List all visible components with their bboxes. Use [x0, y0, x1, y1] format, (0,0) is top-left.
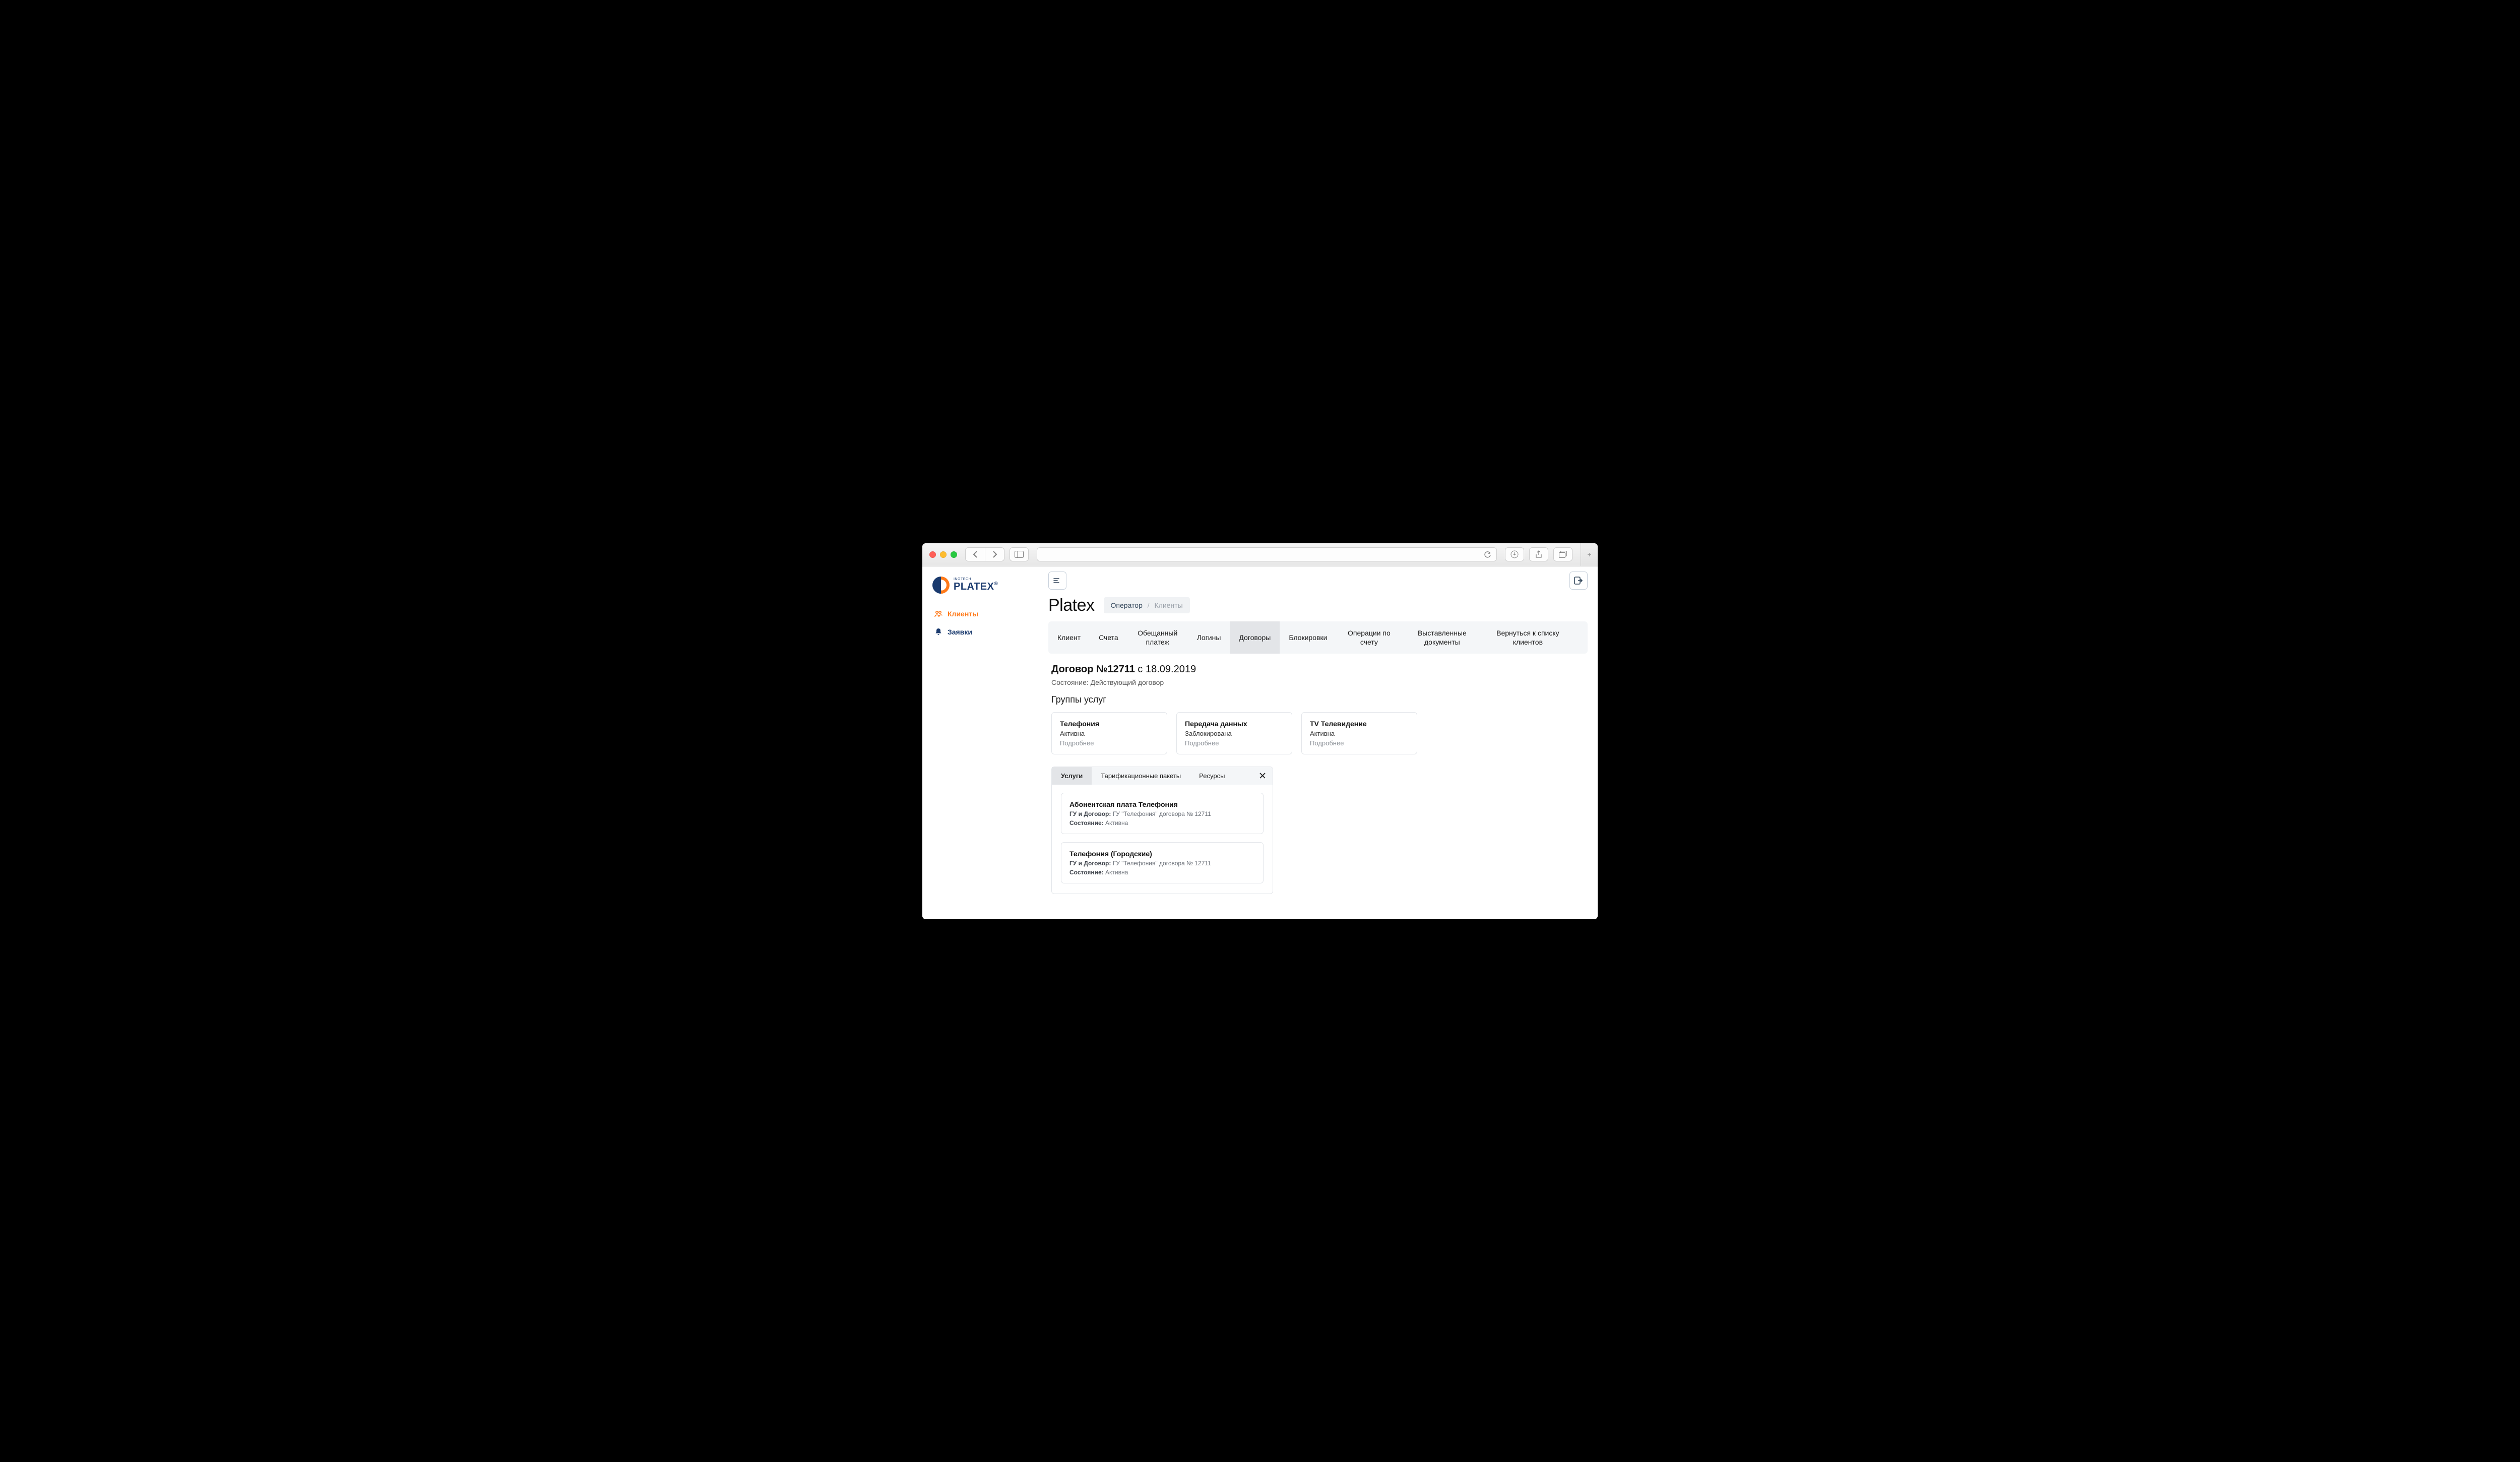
- window-controls: [929, 551, 957, 558]
- group-card-more: Подробнее: [1185, 737, 1284, 747]
- app-logo: INOTECH PLATEX®: [932, 574, 1038, 605]
- browser-tabs-button[interactable]: [1553, 547, 1572, 561]
- tab-client[interactable]: Клиент: [1048, 621, 1090, 654]
- service-contract-line: ГУ и Договор: ГУ "Телефония" договора № …: [1069, 808, 1255, 817]
- sidebar: INOTECH PLATEX® Клиенты Заявки: [922, 566, 1048, 919]
- browser-new-tab-button[interactable]: +: [1581, 543, 1598, 566]
- group-card-more: Подробнее: [1310, 737, 1409, 747]
- page-title: Platex: [1048, 596, 1095, 615]
- group-card-status: Активна: [1310, 728, 1409, 737]
- window-zoom-button[interactable]: [951, 551, 957, 558]
- group-detail-tabs: Услуги Тарификационные пакеты Ресурсы: [1052, 767, 1273, 785]
- tab-account-ops[interactable]: Операции по счету: [1336, 621, 1402, 654]
- close-icon[interactable]: [1252, 768, 1273, 784]
- page-header: Platex Оператор / Клиенты: [1048, 594, 1588, 621]
- tab-contracts[interactable]: Договоры: [1230, 621, 1280, 654]
- breadcrumb-current: Клиенты: [1155, 601, 1183, 609]
- browser-share-button[interactable]: [1529, 547, 1548, 561]
- service-group-cards: Телефония Активна Подробнее Передача дан…: [1051, 705, 1588, 754]
- service-card[interactable]: Телефония (Городские) ГУ и Договор: ГУ "…: [1061, 842, 1264, 883]
- group-detail-panel: Услуги Тарификационные пакеты Ресурсы Аб…: [1051, 767, 1273, 894]
- tab-promised-payment[interactable]: Обещанный платеж: [1127, 621, 1188, 654]
- app-viewport: INOTECH PLATEX® Клиенты Заявки: [922, 566, 1598, 919]
- browser-downloads-button[interactable]: [1505, 547, 1524, 561]
- logout-button[interactable]: [1569, 571, 1588, 590]
- group-card-status: Активна: [1060, 728, 1159, 737]
- bell-icon: [934, 628, 942, 635]
- service-contract-line: ГУ и Договор: ГУ "Телефония" договора № …: [1069, 858, 1255, 867]
- service-title: Абонентская плата Телефония: [1069, 800, 1255, 808]
- logo-subtitle: INOTECH: [954, 578, 998, 581]
- window-close-button[interactable]: [929, 551, 936, 558]
- window-minimize-button[interactable]: [940, 551, 947, 558]
- group-card-title: Телефония: [1060, 720, 1159, 728]
- group-card-title: TV Телевидение: [1310, 720, 1409, 728]
- contract-content: Договор №12711 с 18.09.2019 Состояние: Д…: [1048, 654, 1588, 894]
- group-card-data[interactable]: Передача данных Заблокирована Подробнее: [1176, 712, 1292, 754]
- group-card-telephony[interactable]: Телефония Активна Подробнее: [1051, 712, 1167, 754]
- users-icon: [934, 610, 942, 617]
- breadcrumb-root[interactable]: Оператор: [1111, 601, 1143, 609]
- browser-window: + INOTECH PLATEX® Клиенты: [922, 543, 1598, 919]
- browser-sidebar-button[interactable]: [1010, 547, 1029, 561]
- sidebar-item-requests[interactable]: Заявки: [932, 623, 1038, 641]
- contract-status: Состояние: Действующий договор: [1051, 675, 1588, 686]
- contract-heading: Договор №12711 с 18.09.2019: [1051, 664, 1588, 675]
- sidebar-item-label: Клиенты: [948, 610, 978, 618]
- service-title: Телефония (Городские): [1069, 850, 1255, 858]
- browser-titlebar: +: [922, 543, 1598, 566]
- nav-back-forward: [965, 547, 1004, 561]
- service-status-line: Состояние: Активна: [1069, 867, 1255, 876]
- group-card-title: Передача данных: [1185, 720, 1284, 728]
- subtab-resources[interactable]: Ресурсы: [1190, 767, 1234, 785]
- browser-back-button[interactable]: [966, 548, 985, 561]
- service-status-line: Состояние: Активна: [1069, 817, 1255, 827]
- topbar: [1048, 571, 1588, 594]
- browser-forward-button[interactable]: [985, 548, 1004, 561]
- tab-blocks[interactable]: Блокировки: [1280, 621, 1336, 654]
- group-card-more: Подробнее: [1060, 737, 1159, 747]
- logo-mark-icon: [932, 577, 950, 594]
- logo-text: PLATEX®: [954, 581, 998, 593]
- group-card-tv[interactable]: TV Телевидение Активна Подробнее: [1301, 712, 1417, 754]
- tab-documents[interactable]: Выставленные документы: [1402, 621, 1482, 654]
- tab-back-to-clients[interactable]: Вернуться к списку клиентов: [1482, 621, 1573, 654]
- toggle-sidebar-button[interactable]: [1048, 571, 1066, 590]
- tab-accounts[interactable]: Счета: [1090, 621, 1127, 654]
- reload-icon[interactable]: [1484, 551, 1491, 558]
- breadcrumb: Оператор / Клиенты: [1104, 597, 1190, 613]
- service-card[interactable]: Абонентская плата Телефония ГУ и Договор…: [1061, 793, 1264, 834]
- tab-logins[interactable]: Логины: [1188, 621, 1230, 654]
- breadcrumb-separator: /: [1145, 601, 1153, 609]
- group-card-status: Заблокирована: [1185, 728, 1284, 737]
- main: Platex Оператор / Клиенты Клиент Счета О…: [1048, 566, 1598, 919]
- browser-address-bar[interactable]: [1037, 547, 1497, 561]
- subtab-tariff-packages[interactable]: Тарификационные пакеты: [1092, 767, 1190, 785]
- client-tabs: Клиент Счета Обещанный платеж Логины Дог…: [1048, 621, 1588, 654]
- sidebar-item-clients[interactable]: Клиенты: [932, 605, 1038, 623]
- subtab-services[interactable]: Услуги: [1052, 767, 1092, 785]
- groups-title: Группы услуг: [1051, 686, 1588, 705]
- sidebar-item-label: Заявки: [948, 628, 972, 636]
